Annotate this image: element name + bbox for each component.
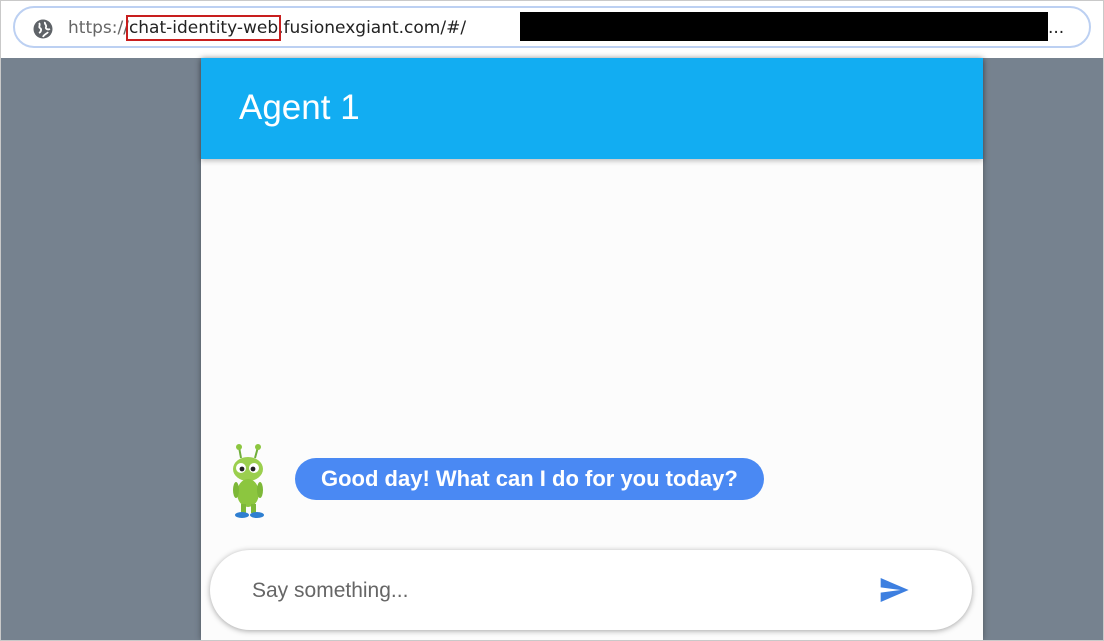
chat-window: Agent 1 Good day! What can I do for you … xyxy=(201,58,983,640)
browser-toolbar: https://chat-identity-web.fusionexgiant.… xyxy=(1,1,1103,58)
bot-message-bubble: Good day! What can I do for you today? xyxy=(295,458,764,500)
redacted-url-segment xyxy=(520,12,1048,41)
page-background: Agent 1 Good day! What can I do for you … xyxy=(1,58,1103,640)
chat-title: Agent 1 xyxy=(239,88,360,127)
url-ellipsis: ... xyxy=(1048,18,1065,38)
globe-icon xyxy=(33,19,53,39)
bot-avatar-icon xyxy=(233,444,264,518)
message-input-bar xyxy=(210,550,972,630)
url-host: .fusionexgiant.com/#/ xyxy=(278,18,467,38)
url-scheme: https:// xyxy=(68,18,129,38)
url-text[interactable]: https://chat-identity-web.fusionexgiant.… xyxy=(68,15,467,41)
chat-header: Agent 1 xyxy=(201,58,983,159)
message-input[interactable] xyxy=(250,574,834,608)
url-subdomain-highlight: chat-identity-web xyxy=(125,15,282,41)
address-bar[interactable]: https://chat-identity-web.fusionexgiant.… xyxy=(13,6,1091,48)
send-icon[interactable] xyxy=(876,574,912,606)
screenshot-frame: https://chat-identity-web.fusionexgiant.… xyxy=(0,0,1104,641)
